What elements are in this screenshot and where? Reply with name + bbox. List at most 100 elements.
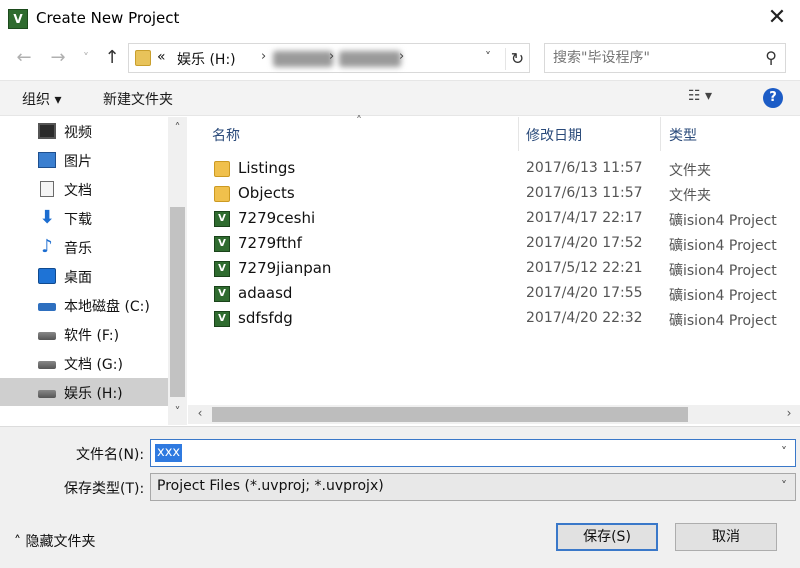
refresh-button[interactable]: ↻	[505, 48, 529, 70]
file-date: 2017/5/12 22:21	[526, 260, 643, 276]
sidebar-scrollbar[interactable]: ˄ ˅	[168, 117, 187, 425]
command-bar: 组织 ▾ 新建文件夹 ☷ ▾ ?	[0, 80, 800, 116]
forward-button[interactable]: →	[46, 46, 70, 70]
breadcrumb-separator[interactable]: ›	[261, 49, 266, 64]
scrollbar-thumb[interactable]	[212, 407, 688, 422]
breadcrumb-separator[interactable]: ›	[399, 49, 404, 64]
uvision-project-icon: V	[214, 311, 230, 327]
uvision-project-icon: V	[214, 286, 230, 302]
sidebar-item-desktop[interactable]: 桌面	[0, 262, 168, 290]
new-folder-button[interactable]: 新建文件夹	[103, 89, 173, 109]
local-disk-icon	[38, 303, 56, 311]
organize-menu[interactable]: 组织 ▾	[22, 89, 61, 109]
search-icon[interactable]: ⚲	[765, 48, 777, 67]
sidebar-item-local-disk-c[interactable]: 本地磁盘 (C:)	[0, 291, 168, 319]
column-header-name[interactable]: 名称	[212, 125, 240, 145]
address-dropdown[interactable]: ˅	[485, 50, 491, 64]
filename-value[interactable]: xxx	[155, 444, 183, 462]
breadcrumb-overflow[interactable]: «	[157, 49, 166, 65]
uvision-project-icon: V	[214, 261, 230, 277]
address-bar[interactable]: « 娱乐 (H:) › › › ˅ ↻	[128, 43, 530, 73]
recent-locations-dropdown[interactable]: ˅	[74, 46, 98, 70]
file-type: 文件夹	[669, 188, 711, 204]
file-name: adaasd	[238, 284, 293, 302]
sidebar-item-label: 桌面	[64, 270, 92, 286]
file-name: 7279jianpan	[238, 259, 332, 277]
window-title: Create New Project	[36, 9, 180, 27]
scroll-right-button[interactable]: ›	[780, 406, 798, 420]
sidebar-item-label: 本地磁盘 (C:)	[64, 299, 150, 315]
column-divider[interactable]	[518, 117, 519, 151]
sidebar-item-label: 视频	[64, 125, 92, 141]
navigation-pane: 视频 图片 文档 ⬇ 下载 ♪ 音乐 桌面 本地磁盘 (C:) 软件 (F:) …	[0, 117, 187, 425]
file-date: 2017/4/17 22:17	[526, 210, 643, 226]
sidebar-item-label: 图片	[64, 154, 92, 170]
drive-icon	[38, 332, 56, 340]
search-input[interactable]	[553, 48, 753, 68]
filename-field[interactable]: xxx ˅	[150, 439, 796, 467]
filetype-select[interactable]: Project Files (*.uvproj; *.uvprojx) ˅	[150, 473, 796, 501]
file-row[interactable]: V adaasd 2017/4/20 17:55 礦ision4 Project	[206, 282, 800, 307]
sidebar-item-drive-h[interactable]: 娱乐 (H:)	[0, 378, 168, 406]
breadcrumb-drive[interactable]: 娱乐 (H:)	[177, 49, 236, 69]
sidebar-item-label: 娱乐 (H:)	[64, 386, 123, 402]
scroll-down-button[interactable]: ˅	[168, 405, 187, 419]
folder-icon	[214, 186, 230, 202]
file-row[interactable]: V 7279ceshi 2017/4/17 22:17 礦ision4 Proj…	[206, 207, 800, 232]
file-date: 2017/6/13 11:57	[526, 160, 643, 176]
file-type: 礦ision4 Project	[669, 263, 777, 279]
file-name: Objects	[238, 184, 295, 202]
help-icon[interactable]: ?	[763, 88, 783, 108]
music-icon: ♪	[41, 236, 53, 257]
file-row[interactable]: V 7279fthf 2017/4/20 17:52 礦ision4 Proje…	[206, 232, 800, 257]
back-button[interactable]: ←	[12, 46, 36, 70]
sidebar-item-documents[interactable]: 文档	[0, 175, 168, 203]
file-date: 2017/6/13 11:57	[526, 185, 643, 201]
cancel-button[interactable]: 取消	[675, 523, 777, 551]
horizontal-scrollbar[interactable]: ‹ ›	[188, 405, 800, 424]
chevron-down-icon: ˅	[781, 479, 787, 493]
folder-icon	[214, 161, 230, 177]
filetype-label: 保存类型(T):	[64, 481, 145, 497]
save-button[interactable]: 保存(S)	[556, 523, 658, 551]
file-date: 2017/4/20 17:52	[526, 235, 643, 251]
column-divider[interactable]	[660, 117, 661, 151]
sidebar-item-drive-f[interactable]: 软件 (F:)	[0, 320, 168, 348]
sort-indicator-icon: ˄	[356, 114, 362, 128]
file-row[interactable]: Objects 2017/6/13 11:57 文件夹	[206, 182, 800, 207]
file-type: 礦ision4 Project	[669, 313, 777, 329]
breadcrumb-blurred-folder[interactable]	[339, 51, 401, 67]
file-row[interactable]: Listings 2017/6/13 11:57 文件夹	[206, 157, 800, 182]
documents-icon	[40, 181, 54, 197]
file-type: 礦ision4 Project	[669, 213, 777, 229]
scroll-left-button[interactable]: ‹	[191, 406, 209, 420]
sidebar-item-drive-g[interactable]: 文档 (G:)	[0, 349, 168, 377]
file-name: 7279ceshi	[238, 209, 316, 227]
folder-icon	[135, 50, 151, 66]
sidebar-item-videos[interactable]: 视频	[0, 117, 168, 145]
file-name: Listings	[238, 159, 296, 177]
sidebar-item-label: 文档 (G:)	[64, 357, 123, 373]
drive-icon	[38, 361, 56, 369]
column-header-date[interactable]: 修改日期	[526, 125, 582, 145]
sidebar-item-downloads[interactable]: ⬇ 下载	[0, 204, 168, 232]
sidebar-item-pictures[interactable]: 图片	[0, 146, 168, 174]
close-button[interactable]: ✕	[762, 4, 792, 32]
change-view-button[interactable]: ☷ ▾	[688, 88, 712, 104]
breadcrumb-blurred-folder[interactable]	[273, 51, 333, 67]
file-row[interactable]: V 7279jianpan 2017/5/12 22:21 礦ision4 Pr…	[206, 257, 800, 282]
uvision-app-icon: V	[8, 9, 28, 29]
pictures-icon	[38, 152, 56, 168]
breadcrumb-separator[interactable]: ›	[329, 49, 334, 64]
column-header-type[interactable]: 类型	[669, 125, 697, 145]
chevron-down-icon[interactable]: ˅	[781, 445, 787, 459]
scrollbar-thumb[interactable]	[170, 207, 185, 397]
scroll-up-button[interactable]: ˄	[168, 121, 187, 135]
file-type: 文件夹	[669, 163, 711, 179]
file-row[interactable]: V sdfsfdg 2017/4/20 22:32 礦ision4 Projec…	[206, 307, 800, 332]
up-button[interactable]: ↑	[100, 46, 124, 70]
sidebar-item-music[interactable]: ♪ 音乐	[0, 233, 168, 261]
title-bar: V Create New Project ✕	[0, 0, 800, 38]
file-name: sdfsfdg	[238, 309, 293, 327]
hide-folders-toggle[interactable]: ˄ 隐藏文件夹	[14, 531, 95, 551]
